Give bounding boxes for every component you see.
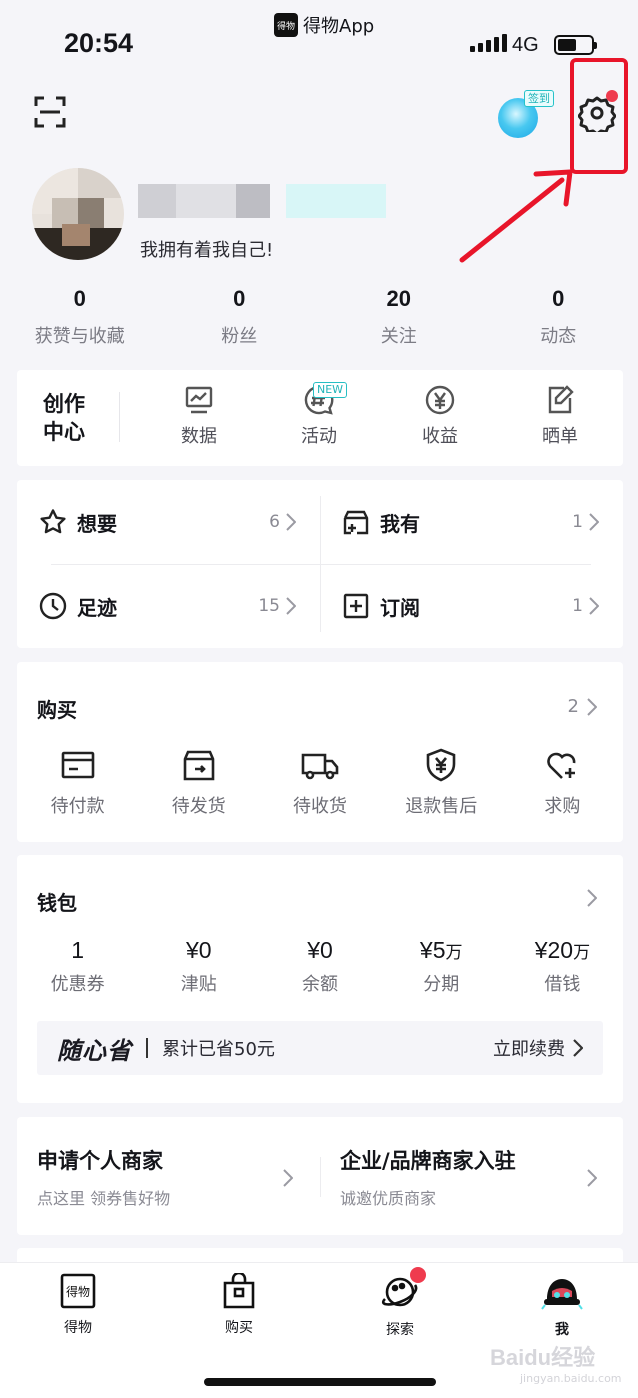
brand-merchant-entry[interactable]: 企业/品牌商家入驻 诚邀优质商家 bbox=[340, 1145, 516, 1209]
scan-icon[interactable] bbox=[34, 96, 66, 128]
personal-merchant-entry[interactable]: 申请个人商家 点这里 领券售好物 bbox=[37, 1145, 170, 1209]
clock-icon bbox=[39, 592, 67, 620]
new-badge: NEW bbox=[313, 382, 348, 398]
chevron-right-icon bbox=[587, 697, 597, 716]
card-icon bbox=[61, 751, 94, 779]
shopping-bag-icon bbox=[223, 1271, 255, 1309]
truck-icon bbox=[301, 753, 339, 780]
stat-likes[interactable]: 0 获赞与收藏 bbox=[0, 286, 160, 348]
profile-bio: 我拥有着我自己! bbox=[140, 240, 274, 261]
merchant-card: 申请个人商家 点这里 领券售好物 企业/品牌商家入驻 诚邀优质商家 bbox=[17, 1117, 623, 1235]
renew-button[interactable]: 立即续费 bbox=[493, 1035, 583, 1061]
tab-buy[interactable]: 购买 bbox=[189, 1271, 289, 1337]
stat-fans[interactable]: 0 粉丝 bbox=[160, 286, 320, 348]
chevron-right-icon bbox=[283, 1169, 293, 1187]
top-bar: 签到 bbox=[0, 80, 638, 150]
membership-saved: 累计已省50元 bbox=[162, 1039, 275, 1060]
refund-aftersale-button[interactable]: 退款售后 bbox=[381, 748, 502, 818]
mascot-icon bbox=[541, 1279, 583, 1310]
chart-icon bbox=[185, 386, 213, 414]
membership-banner[interactable]: 随心省 累计已省50元 立即续费 bbox=[37, 1021, 603, 1075]
owned-row[interactable]: 我有 1 bbox=[320, 480, 623, 564]
sign-in-button[interactable]: 签到 bbox=[498, 90, 560, 138]
status-time: 20:54 bbox=[64, 28, 134, 58]
chevron-right-icon bbox=[587, 889, 597, 907]
app-indicator: 得物 得物App bbox=[274, 12, 374, 38]
sign-in-tag: 签到 bbox=[524, 90, 554, 107]
creator-center-title[interactable]: 创作中心 bbox=[43, 390, 103, 446]
wallet-installment[interactable]: ¥5万 分期 bbox=[381, 937, 502, 996]
plus-square-icon bbox=[343, 593, 369, 619]
yen-coin-icon bbox=[425, 385, 455, 415]
status-bar: 20:54 得物 得物App 4G bbox=[0, 0, 638, 80]
purchase-all-link[interactable]: 2 bbox=[568, 696, 597, 717]
chevron-right-icon bbox=[589, 597, 599, 615]
wanted-button[interactable]: 求购 bbox=[502, 748, 623, 818]
wallet-coupons[interactable]: 1 优惠券 bbox=[17, 937, 138, 996]
shield-yen-icon bbox=[426, 748, 456, 782]
wallet-detail-link[interactable] bbox=[587, 889, 597, 907]
wallet-allowance[interactable]: ¥0 津贴 bbox=[138, 937, 259, 996]
membership-brand: 随心省 bbox=[57, 1036, 132, 1065]
creator-center-card: 创作中心 数据 活动 NEW 收益 晒单 bbox=[17, 370, 623, 466]
wallet-loan[interactable]: ¥20万 借钱 bbox=[502, 937, 623, 996]
wallet-card: 钱包 1 优惠券 ¥0 津贴 ¥0 余额 ¥5万 分期 ¥20万 借钱 随心省 累计已省5… bbox=[17, 855, 623, 1103]
wallet-title: 钱包 bbox=[37, 891, 77, 915]
svg-text:得物: 得物 bbox=[66, 1284, 90, 1299]
chevron-right-icon bbox=[286, 513, 296, 531]
wallet-balance[interactable]: ¥0 余额 bbox=[259, 937, 380, 996]
creator-earnings-button[interactable]: 收益 bbox=[400, 384, 480, 448]
notification-dot bbox=[410, 1267, 426, 1283]
battery-icon bbox=[554, 35, 597, 55]
package-icon bbox=[183, 750, 215, 781]
edit-note-icon bbox=[548, 385, 574, 414]
stat-following[interactable]: 20 关注 bbox=[319, 286, 479, 348]
pending-receipt-button[interactable]: 待收货 bbox=[259, 748, 380, 818]
collections-card: 想要 6 我有 1 足迹 15 订阅 1 bbox=[17, 480, 623, 648]
watermark-url: jingyan.baidu.com bbox=[520, 1372, 622, 1385]
chevron-right-icon bbox=[286, 597, 296, 615]
heart-plus-icon bbox=[547, 752, 576, 779]
purchase-title: 购买 bbox=[37, 698, 77, 722]
box-plus-icon bbox=[343, 510, 369, 535]
annotation-arrow-icon bbox=[459, 169, 573, 263]
tab-dewu[interactable]: 得物 得物 bbox=[28, 1273, 128, 1337]
purchase-card: 购买 2 待付款 待发货 待收货 退款售后 求购 bbox=[17, 662, 623, 842]
avatar[interactable] bbox=[32, 168, 124, 260]
star-icon bbox=[40, 509, 66, 534]
creator-showcase-button[interactable]: 晒单 bbox=[520, 384, 600, 448]
creator-data-button[interactable]: 数据 bbox=[159, 384, 239, 448]
history-row[interactable]: 足迹 15 bbox=[17, 564, 320, 648]
app-name: 得物App bbox=[303, 16, 375, 37]
network-label: 4G bbox=[512, 34, 539, 56]
dewu-app-icon: 得物 bbox=[274, 13, 298, 37]
chevron-right-icon bbox=[587, 1169, 597, 1187]
tab-explore[interactable]: 探索 bbox=[350, 1267, 450, 1339]
chevron-right-icon bbox=[589, 513, 599, 531]
home-indicator[interactable] bbox=[204, 1378, 436, 1386]
signal-icon bbox=[470, 34, 507, 52]
creator-activity-button[interactable]: 活动 NEW bbox=[279, 382, 359, 448]
pending-payment-button[interactable]: 待付款 bbox=[17, 748, 138, 818]
profile-stats: 0 获赞与收藏 0 粉丝 20 关注 0 动态 bbox=[0, 286, 638, 348]
pending-shipment-button[interactable]: 待发货 bbox=[138, 748, 259, 818]
dewu-logo-icon: 得物 bbox=[60, 1273, 96, 1309]
chevron-right-icon bbox=[573, 1039, 583, 1057]
tab-me[interactable]: 我 bbox=[512, 1273, 612, 1339]
watermark: Baidu经验 bbox=[490, 1345, 596, 1370]
subscription-row[interactable]: 订阅 1 bbox=[320, 564, 623, 648]
wishlist-row[interactable]: 想要 6 bbox=[17, 480, 320, 564]
stat-posts[interactable]: 0 动态 bbox=[479, 286, 638, 348]
username-pixelated bbox=[138, 184, 386, 218]
